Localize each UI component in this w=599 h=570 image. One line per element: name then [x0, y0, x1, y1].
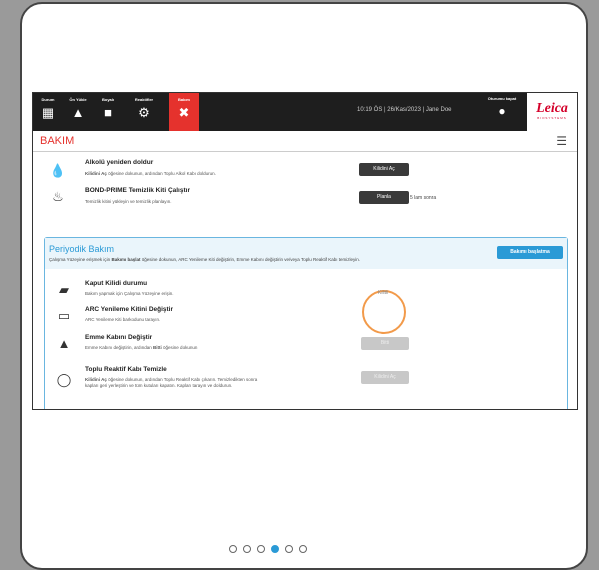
- nav-status[interactable]: Durum ▦: [33, 93, 63, 131]
- page-dot[interactable]: [257, 544, 265, 553]
- row-desc-line2: kapları geri yerleştirin ve tüm kutuları…: [85, 383, 233, 388]
- nav-preload[interactable]: Ön Yükle ▲: [63, 93, 93, 131]
- row-desc: ARC Yenileme Kiti barkodunu tarayın.: [85, 317, 161, 322]
- row-title: Kaput Kilidi durumu: [85, 280, 148, 287]
- logo: Leica BIOSYSTEMS: [527, 93, 577, 131]
- periodic-maintenance-panel: Periyodik Bakım Çalışma Yüzeyine erişmek…: [44, 237, 568, 409]
- row-desc: Temizlik kitini yükleyin ve temizlik pla…: [85, 199, 172, 204]
- highlight-circle: [362, 290, 406, 334]
- page-title: BAKIM: [40, 135, 75, 147]
- pagination-dots: [229, 540, 313, 558]
- top-bar: Durum ▦ Ön Yükle ▲ Boyalı ■ Reaktifler ⚙…: [33, 93, 577, 131]
- panel-title: Periyodik Bakım: [49, 244, 115, 254]
- row-desc-bold: Bitti: [153, 345, 162, 350]
- panel-desc-bold: Bakımı başlat: [111, 257, 141, 262]
- device-frame: Durum ▦ Ön Yükle ▲ Boyalı ■ Reaktifler ⚙…: [20, 2, 588, 570]
- cleaning-icon: ♨: [52, 189, 64, 204]
- menu-icon[interactable]: ☰: [556, 134, 567, 148]
- panel-desc: Çalışma Yüzeyine erişmek için Bakımı baş…: [49, 257, 360, 262]
- page-dot[interactable]: [229, 544, 237, 553]
- row-desc: Emme Kabını değiştirin, ardından Bitti ö…: [85, 345, 197, 351]
- logout-button[interactable]: Oturumu kapat ●: [482, 96, 522, 118]
- row-desc-bold: Kilidini Aç: [85, 377, 107, 382]
- row-desc-bold: Kilidini Aç: [85, 171, 107, 176]
- title-bar: BAKIM ☰: [33, 131, 577, 152]
- status-icon: ▦: [41, 105, 55, 120]
- row-desc-pre: Emme Kabını değiştirin, ardından: [85, 345, 154, 350]
- nav-label: Bakım: [177, 97, 190, 102]
- reagents-icon: ⚙: [138, 105, 150, 120]
- panel-desc-pre: Çalışma Yüzeyine erişmek için: [49, 257, 112, 262]
- logout-label: Oturumu kapat: [487, 96, 517, 101]
- row-desc-text: öğesine dokunun, ardından Toplu Alkol Ka…: [106, 171, 216, 176]
- row-desc-post: öğesine dokunun, ardından Toplu Reaktif …: [106, 377, 258, 382]
- panel-desc-post: öğesine dokunun, ARC Yenileme Kiti değiş…: [140, 257, 361, 262]
- logo-text: Leica: [536, 101, 568, 116]
- nav-label: Boyalı: [101, 97, 114, 102]
- nav-reagents[interactable]: Reaktifler ⚙: [129, 93, 159, 131]
- page-dot-active[interactable]: [271, 544, 279, 553]
- unlock-alcohol-button[interactable]: Kilidini Aç: [359, 163, 409, 176]
- row-desc: Kilidini Aç öğesine dokunun, ardından To…: [85, 171, 216, 177]
- logo-subtext: BIOSYSTEMS: [537, 116, 567, 120]
- row-desc-post: öğesine dokunun: [161, 345, 198, 350]
- reagent-bottle-icon: ◯: [56, 372, 72, 387]
- nav-label: Durum: [41, 97, 55, 102]
- aspirator-icon: ▲: [57, 336, 71, 351]
- row-title: Toplu Reaktif Kabı Temizle: [85, 366, 167, 373]
- start-maintenance-button[interactable]: Bakımı başlatma: [497, 246, 563, 259]
- page-dot[interactable]: [299, 544, 307, 553]
- hood-icon: ▰: [59, 282, 69, 297]
- arc-kit-icon: ▭: [57, 308, 71, 323]
- row-title: ARC Yenileme Kitini Değiştir: [85, 306, 174, 313]
- schedule-note: 5 lam sonra: [410, 195, 437, 201]
- app-screen: Durum ▦ Ön Yükle ▲ Boyalı ■ Reaktifler ⚙…: [32, 92, 578, 410]
- row-desc: Bakım yapmak için Çalışma Yüzeyine erişi…: [85, 291, 174, 296]
- panel-header: Periyodik Bakım Çalışma Yüzeyine erişmek…: [45, 238, 567, 269]
- stained-icon: ■: [104, 105, 112, 120]
- done-button[interactable]: Bitti: [361, 337, 409, 350]
- unlock-reagent-button[interactable]: Kilidini Aç: [361, 371, 409, 384]
- status-readout: 10:19 ÖS | 26/Kas/2023 | Jane Doe: [357, 107, 452, 113]
- drop-icon: 💧: [49, 163, 67, 178]
- highlight-label: Kilitli: [378, 290, 389, 296]
- nav-label: Ön Yükle: [69, 97, 87, 102]
- row-title: Emme Kabını Değiştir: [85, 334, 153, 341]
- preload-icon: ▲: [71, 105, 85, 120]
- nav-label: Reaktifler: [134, 97, 154, 102]
- page-dot[interactable]: [285, 544, 293, 553]
- row-title: BOND-PRIME Temizlik Kiti Çalıştır: [85, 187, 190, 194]
- nav-stained[interactable]: Boyalı ■: [93, 93, 123, 131]
- maintenance-icon: ✖: [178, 105, 190, 120]
- schedule-button[interactable]: Planla: [359, 191, 409, 204]
- row-desc: Kilidini Aç öğesine dokunun, ardından To…: [85, 377, 257, 389]
- nav-maintenance[interactable]: Bakım ✖: [169, 93, 199, 131]
- row-title: Alkolü yeniden doldur: [85, 159, 154, 166]
- page-dot[interactable]: [243, 544, 251, 553]
- user-icon: ●: [498, 104, 506, 118]
